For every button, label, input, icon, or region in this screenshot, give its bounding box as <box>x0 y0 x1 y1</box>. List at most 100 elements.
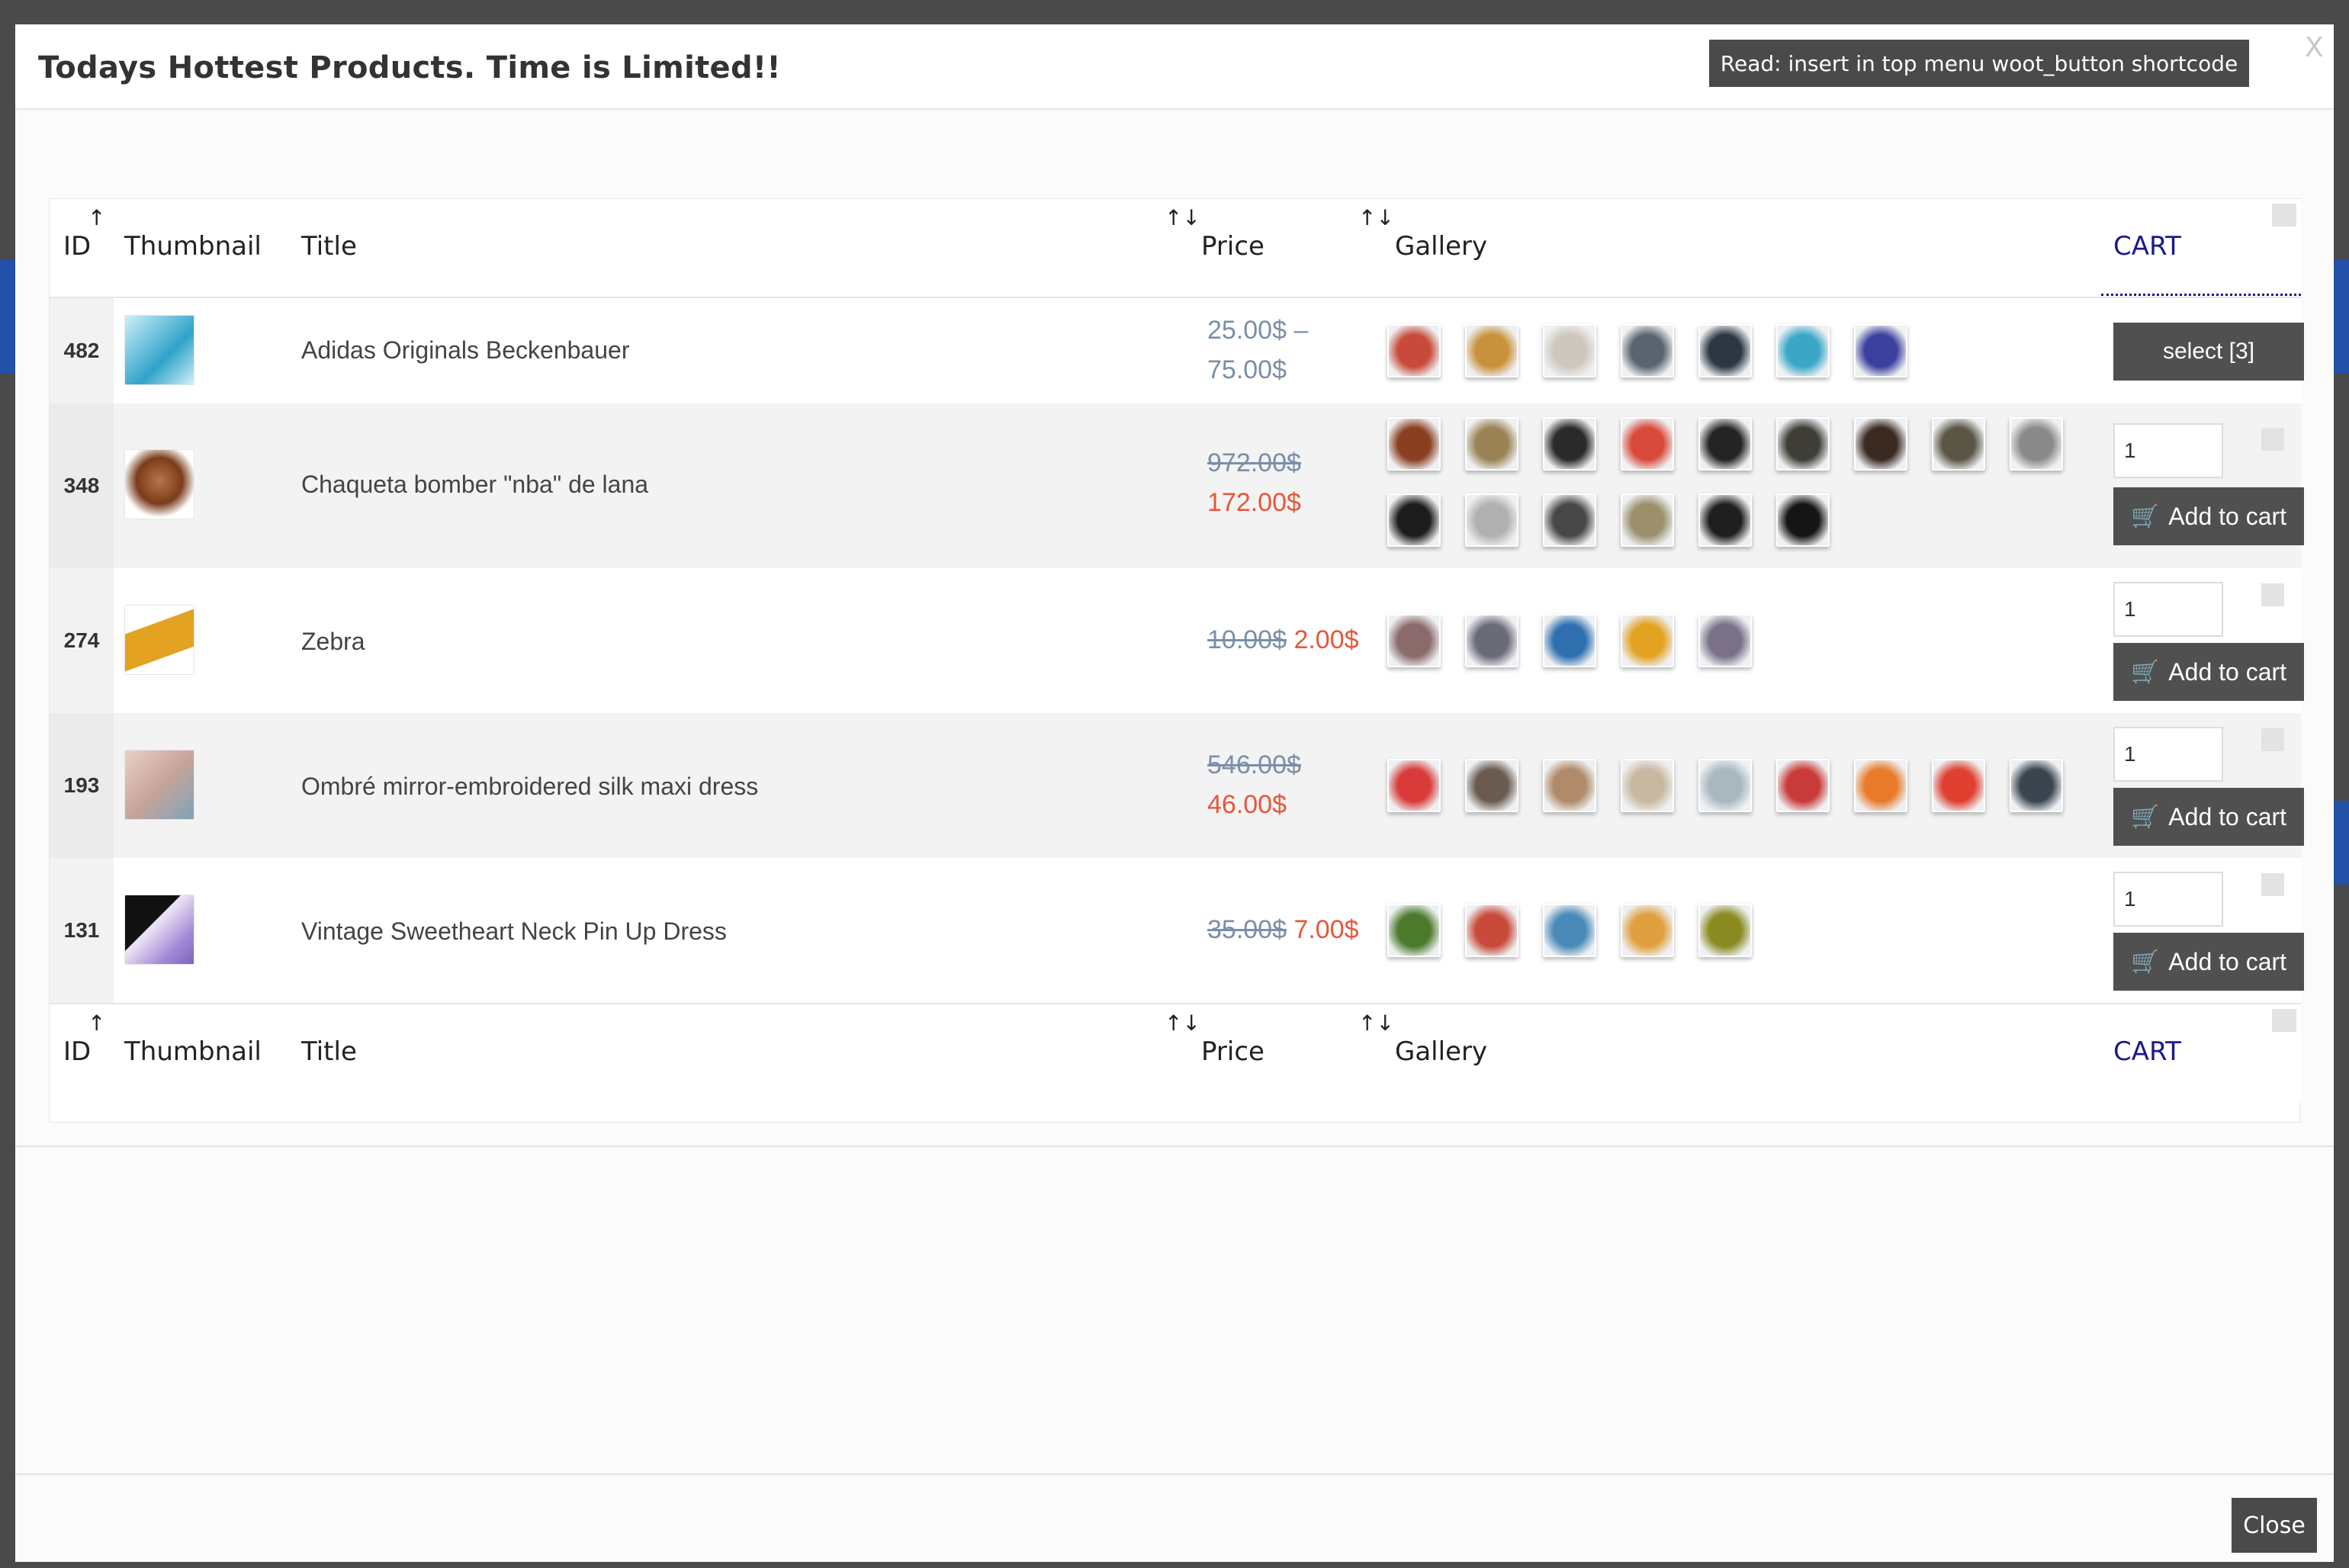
gallery-thumbnail[interactable] <box>1465 324 1518 378</box>
gallery-thumbnail[interactable] <box>1465 493 1518 547</box>
gallery-thumbnail[interactable] <box>1543 417 1596 471</box>
gallery-thumbnail[interactable] <box>1621 417 1674 471</box>
column-header-id[interactable]: ID <box>63 231 91 262</box>
quantity-input[interactable]: 1 <box>2113 582 2223 637</box>
gallery-thumbnail[interactable] <box>1621 614 1674 667</box>
background-page-strip <box>2332 259 2349 374</box>
quantity-input[interactable]: 1 <box>2113 423 2223 478</box>
gallery-thumbnail[interactable] <box>1854 759 1907 812</box>
row-checkbox[interactable] <box>2261 873 2284 896</box>
column-footer-title[interactable]: Title <box>301 1036 357 1067</box>
row-id: 274 <box>50 568 114 713</box>
product-gallery <box>1387 759 2074 812</box>
product-title[interactable]: Vintage Sweetheart Neck Pin Up Dress <box>301 917 727 946</box>
sort-icon[interactable]: ↑↓ <box>1165 205 1200 230</box>
product-gallery <box>1387 324 2074 378</box>
row-checkbox[interactable] <box>2261 583 2284 606</box>
old-price: 10.00$ <box>1207 625 1287 654</box>
add-to-cart-button[interactable]: 🛒 Add to cart <box>2113 643 2304 701</box>
gallery-thumbnail[interactable] <box>1776 759 1830 812</box>
gallery-thumbnail[interactable] <box>1465 614 1518 667</box>
add-to-cart-button[interactable]: 🛒 Add to cart <box>2113 788 2304 846</box>
select-all-checkbox[interactable] <box>2272 204 2296 227</box>
sale-price: 46.00$ <box>1207 790 1287 819</box>
product-thumbnail[interactable] <box>124 895 194 965</box>
sort-icon[interactable]: ↑↓ <box>1358 1011 1394 1036</box>
gallery-thumbnail[interactable] <box>1543 324 1596 378</box>
gallery-thumbnail[interactable] <box>1543 614 1596 667</box>
gallery-thumbnail[interactable] <box>1465 759 1518 812</box>
column-footer-price[interactable]: Price <box>1201 1036 1264 1067</box>
gallery-thumbnail[interactable] <box>1776 493 1830 547</box>
product-title[interactable]: Adidas Originals Beckenbauer <box>301 336 629 365</box>
modal-title: Todays Hottest Products. Time is Limited… <box>38 50 781 85</box>
price-cell: 35.00$ 7.00$ <box>1207 910 1359 949</box>
table-row: 131 Vintage Sweetheart Neck Pin Up Dress… <box>50 858 2304 1003</box>
gallery-thumbnail[interactable] <box>1387 904 1441 957</box>
gallery-thumbnail[interactable] <box>1698 493 1752 547</box>
gallery-thumbnail[interactable] <box>2010 759 2063 812</box>
quantity-input[interactable]: 1 <box>2113 872 2223 927</box>
gallery-thumbnail[interactable] <box>1387 614 1441 667</box>
sort-icon[interactable]: ↑ <box>88 1011 105 1036</box>
products-modal: Todays Hottest Products. Time is Limited… <box>15 24 2334 1562</box>
row-checkbox[interactable] <box>2261 428 2284 451</box>
products-table: ↑ ID Thumbnail Title ↑↓ Price ↑↓ Gallery… <box>49 198 2304 1123</box>
sort-icon[interactable]: ↑↓ <box>1358 205 1394 230</box>
price-range-end: 75.00$ <box>1207 355 1287 384</box>
gallery-thumbnail[interactable] <box>1543 493 1596 547</box>
gallery-thumbnail[interactable] <box>1543 759 1596 812</box>
gallery-thumbnail[interactable] <box>1621 759 1674 812</box>
price-cell: 546.00$ 46.00$ <box>1207 745 1301 824</box>
gallery-thumbnail[interactable] <box>2010 417 2063 471</box>
product-thumbnail[interactable] <box>124 750 194 820</box>
gallery-thumbnail[interactable] <box>1387 493 1441 547</box>
gallery-thumbnail[interactable] <box>1854 324 1907 378</box>
gallery-thumbnail[interactable] <box>1621 493 1674 547</box>
sale-price: 172.00$ <box>1207 488 1301 517</box>
column-header-price[interactable]: Price <box>1201 231 1264 262</box>
old-price: 35.00$ <box>1207 915 1287 944</box>
product-title[interactable]: Chaqueta bomber "nba" de lana <box>301 471 648 499</box>
close-button[interactable]: Close <box>2232 1498 2317 1553</box>
gallery-thumbnail[interactable] <box>1698 417 1752 471</box>
gallery-thumbnail[interactable] <box>1387 324 1441 378</box>
add-to-cart-button[interactable]: 🛒 Add to cart <box>2113 487 2304 545</box>
product-title[interactable]: Ombré mirror-embroidered silk maxi dress <box>301 773 758 801</box>
product-thumbnail[interactable] <box>124 315 194 385</box>
cart-icon: 🛒 <box>2130 659 2160 685</box>
gallery-thumbnail[interactable] <box>1698 324 1752 378</box>
add-to-cart-label: Add to cart <box>2168 802 2287 831</box>
sort-icon[interactable]: ↑↓ <box>1165 1011 1200 1036</box>
add-to-cart-label: Add to cart <box>2168 502 2287 530</box>
gallery-thumbnail[interactable] <box>1543 904 1596 957</box>
gallery-thumbnail[interactable] <box>1387 759 1441 812</box>
gallery-thumbnail[interactable] <box>1621 904 1674 957</box>
quantity-input[interactable]: 1 <box>2113 727 2223 782</box>
gallery-thumbnail[interactable] <box>1776 324 1830 378</box>
select-all-checkbox[interactable] <box>2272 1009 2296 1032</box>
gallery-thumbnail[interactable] <box>1698 614 1752 667</box>
gallery-thumbnail[interactable] <box>1621 324 1674 378</box>
gallery-thumbnail[interactable] <box>1776 417 1830 471</box>
select-options-button[interactable]: select [3] <box>2113 323 2304 381</box>
product-gallery <box>1387 614 2074 667</box>
gallery-thumbnail[interactable] <box>1698 904 1752 957</box>
shortcode-notice-button[interactable]: Read: insert in top menu woot_button sho… <box>1709 40 2249 87</box>
gallery-thumbnail[interactable] <box>1465 417 1518 471</box>
product-thumbnail[interactable] <box>124 449 194 519</box>
product-thumbnail[interactable] <box>124 605 194 675</box>
gallery-thumbnail[interactable] <box>1698 759 1752 812</box>
row-checkbox[interactable] <box>2261 728 2284 751</box>
gallery-thumbnail[interactable] <box>1465 904 1518 957</box>
gallery-thumbnail[interactable] <box>1854 417 1907 471</box>
gallery-thumbnail[interactable] <box>1932 759 1985 812</box>
sort-icon[interactable]: ↑ <box>88 205 105 230</box>
gallery-thumbnail[interactable] <box>1387 417 1441 471</box>
gallery-thumbnail[interactable] <box>1932 417 1985 471</box>
product-title[interactable]: Zebra <box>301 628 365 656</box>
close-x-icon[interactable]: X <box>2305 32 2324 63</box>
add-to-cart-button[interactable]: 🛒 Add to cart <box>2113 933 2304 991</box>
column-footer-id[interactable]: ID <box>63 1036 91 1067</box>
column-header-title[interactable]: Title <box>301 231 357 262</box>
